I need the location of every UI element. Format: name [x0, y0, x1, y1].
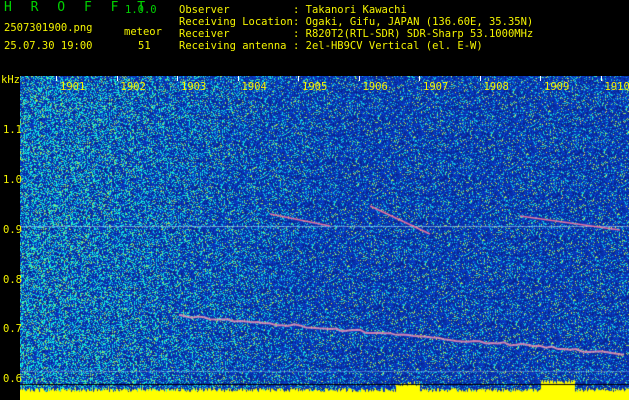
- x-tick-label: 1903: [181, 81, 207, 93]
- info-value: R820T2(RTL-SDR) SDR-Sharp 53.1000MHz: [305, 28, 534, 40]
- info-value: Takanori Kawachi: [305, 4, 407, 16]
- x-tick-mark: [479, 76, 481, 81]
- info-value: Ogaki, Gifu, JAPAN (136.60E, 35.35N): [305, 16, 534, 28]
- info-row-location: Receiving Location: Ogaki, Gifu, JAPAN (…: [179, 16, 534, 28]
- y-tick-label: 0.8: [3, 274, 22, 286]
- y-tick-label: 0.9: [3, 224, 22, 236]
- y-tick-label: 0.6: [3, 373, 22, 385]
- detector-label: meteor: [124, 26, 162, 38]
- spectrogram-area: [20, 76, 629, 400]
- y-axis-unit: kHz: [1, 74, 20, 86]
- info-label: Receiving antenna: [179, 40, 287, 52]
- x-tick-mark: [298, 76, 299, 81]
- x-tick-label: 1907: [423, 81, 449, 93]
- x-tick-label: 1906: [362, 81, 388, 93]
- info-value: 2el-HB9CV Vertical (el. E-W): [305, 40, 483, 52]
- y-tick-label: 0.7: [3, 323, 22, 335]
- y-tick-label: 1.1: [3, 124, 22, 136]
- info-label: Receiving Location: [179, 16, 293, 28]
- x-tick-label: 1908: [483, 81, 509, 93]
- info-row-receiver: Receiver: R820T2(RTL-SDR) SDR-Sharp 53.1…: [179, 28, 534, 40]
- spectrogram-canvas: [20, 76, 629, 400]
- x-tick-label: 1909: [544, 81, 570, 93]
- meteor-count: 51: [138, 40, 151, 52]
- y-tick-label: 1.0: [3, 174, 22, 186]
- x-tick-mark: [540, 76, 541, 81]
- x-tick-label: 1904: [241, 81, 267, 93]
- timestamp: 25.07.30 19:00: [4, 40, 93, 52]
- x-tick-label: 1902: [120, 81, 146, 93]
- x-tick-label: 1910: [604, 81, 629, 93]
- info-label: Observer: [179, 4, 230, 16]
- x-tick-mark: [419, 76, 420, 81]
- image-filename: 2507301900.png: [4, 22, 93, 34]
- x-tick-mark: [177, 76, 178, 81]
- x-tick-mark: [237, 76, 239, 81]
- info-row-antenna: Receiving antenna: 2el-HB9CV Vertical (e…: [179, 40, 483, 52]
- x-tick-label: 1905: [302, 81, 328, 93]
- app-version: 1.0.0: [125, 4, 157, 16]
- x-tick-mark: [56, 76, 57, 81]
- header-panel: H R O F F T 1.0.0 2507301900.png meteor …: [0, 0, 629, 73]
- info-row-observer: Observer: Takanori Kawachi: [179, 4, 407, 16]
- x-tick-mark: [600, 76, 602, 81]
- x-tick-label: 1901: [60, 81, 86, 93]
- x-tick-mark: [358, 76, 360, 81]
- x-tick-mark: [116, 76, 118, 81]
- info-label: Receiver: [179, 28, 230, 40]
